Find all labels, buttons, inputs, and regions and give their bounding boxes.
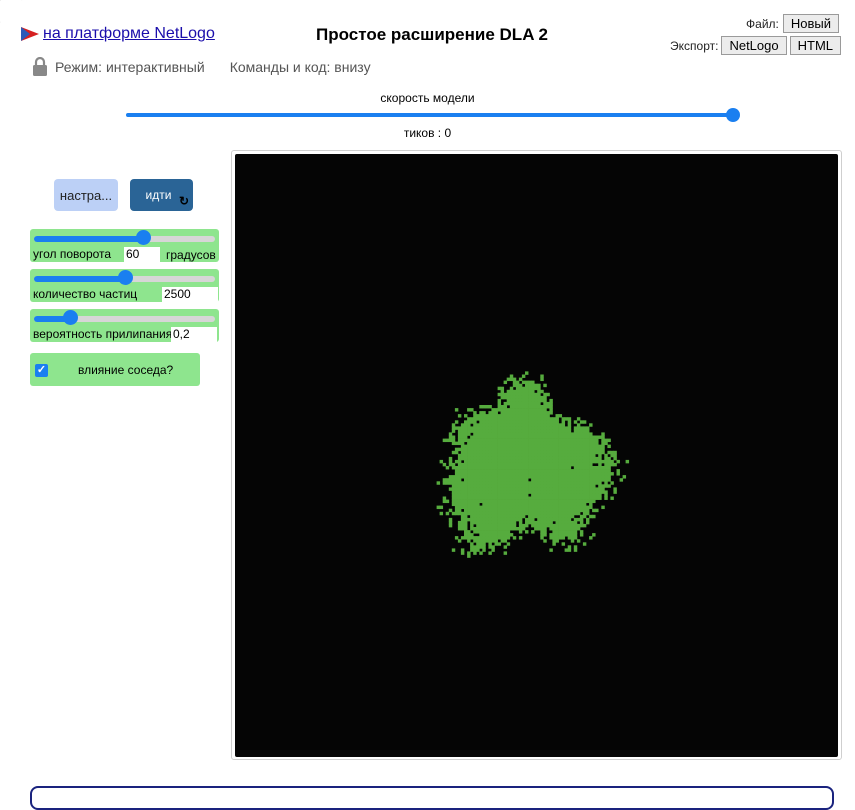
file-label: Файл:	[746, 16, 779, 31]
setup-button[interactable]: настра...	[54, 179, 118, 211]
slider-thumb[interactable]	[63, 310, 79, 325]
export-label: Экспорт:	[670, 38, 719, 53]
slider-thumb[interactable]	[135, 230, 151, 245]
file-row: Файл: Новый	[746, 14, 839, 33]
netlogo-logo-icon	[21, 27, 39, 41]
slider-fill	[34, 276, 125, 282]
frame-corner	[0, 0, 28, 28]
export-row: Экспорт: NetLogo HTML	[670, 36, 841, 55]
speed-slider-track[interactable]	[126, 113, 733, 117]
slider-track[interactable]	[34, 316, 215, 322]
slider-label: угол поворота	[33, 247, 112, 261]
slider-value[interactable]: 60	[124, 247, 160, 262]
slider-label: количество частиц	[33, 287, 138, 301]
export-netlogo-button[interactable]: NetLogo	[721, 36, 787, 55]
slider-label: вероятность прилипания	[33, 327, 173, 341]
slider-track[interactable]	[34, 236, 215, 242]
slider-stick-probability[interactable]: вероятность прилипания 0,2	[30, 309, 219, 342]
switch-label: влияние соседа?	[78, 363, 174, 377]
commands-code-toggle[interactable]: Команды и код: внизу	[230, 59, 371, 75]
speed-label: скорость модели	[380, 91, 475, 105]
slider-units: градусов	[166, 248, 216, 262]
slider-turn-angle[interactable]: угол поворота 60 градусов	[30, 229, 219, 262]
slider-fill	[34, 236, 143, 242]
switch-neighbor-influence[interactable]: ✓ влияние соседа?	[30, 353, 200, 386]
new-button[interactable]: Новый	[782, 14, 839, 33]
world-canvas	[436, 371, 630, 558]
command-center-panel	[30, 786, 834, 810]
forever-refresh-icon: ↻	[178, 194, 189, 208]
speed-slider-thumb[interactable]	[726, 108, 740, 122]
world-view[interactable]	[235, 154, 838, 757]
go-button-label: идти	[145, 188, 172, 202]
slider-particle-count[interactable]: количество частиц 2500	[30, 269, 219, 302]
tick-counter: тиков : 0	[403, 126, 452, 140]
go-button[interactable]: идти ↻	[130, 179, 193, 211]
slider-thumb[interactable]	[117, 270, 133, 285]
mode-row: Режим: интерактивный Команды и код: вниз…	[32, 57, 371, 77]
mode-text[interactable]: Режим: интерактивный	[55, 59, 205, 75]
netlogo-platform-link[interactable]: на платформе NetLogo	[20, 25, 215, 43]
model-title: Простое расширение DLA 2	[316, 25, 549, 44]
slider-value[interactable]: 2500	[162, 287, 218, 302]
lock-icon[interactable]	[32, 57, 48, 77]
setup-button-label: настра...	[59, 187, 113, 203]
export-html-button[interactable]: HTML	[789, 36, 841, 55]
checkbox-checked-icon[interactable]: ✓	[35, 364, 48, 377]
dla-cluster	[436, 371, 630, 558]
netlogo-link-text[interactable]: на платформе NetLogo	[43, 25, 215, 43]
slider-value[interactable]: 0,2	[171, 327, 217, 342]
